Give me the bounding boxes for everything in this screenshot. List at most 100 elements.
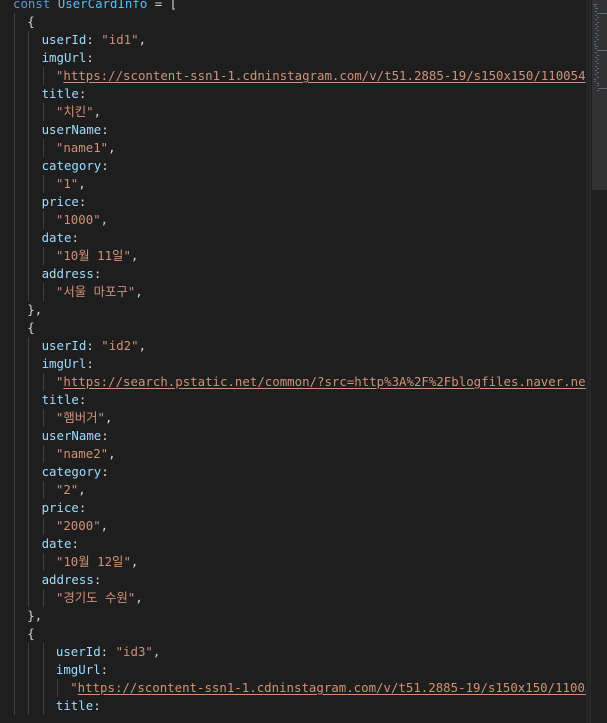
- code-line[interactable]: "1000",: [0, 211, 590, 229]
- code-line[interactable]: address:: [0, 265, 590, 283]
- token-str: "name2": [55, 446, 109, 461]
- code-line[interactable]: price:: [0, 193, 590, 211]
- code-line[interactable]: "햄버거",: [0, 409, 590, 427]
- code-line-content: title:: [56, 697, 101, 715]
- code-line[interactable]: "경기도 수원",: [0, 589, 590, 607]
- code-line[interactable]: {: [0, 13, 590, 31]
- indent-guide: [42, 211, 44, 229]
- indent-guide: [14, 373, 15, 391]
- code-line-content: },: [27, 607, 42, 625]
- code-line-content: address:: [42, 265, 102, 283]
- token-punc: ,: [135, 284, 143, 299]
- code-line[interactable]: userId: "id1",: [0, 31, 590, 49]
- indent-guide: [14, 679, 15, 697]
- code-line[interactable]: "https://scontent-ssn1-1.cdninstagram.co…: [0, 679, 590, 697]
- code-line[interactable]: {: [0, 625, 590, 643]
- code-line-content: imgUrl:: [42, 355, 94, 373]
- code-line[interactable]: "name2",: [0, 445, 590, 463]
- code-line-content: "name1",: [56, 139, 116, 157]
- code-line[interactable]: title:: [0, 697, 590, 715]
- code-line-content: "서울 마포구",: [56, 283, 143, 301]
- code-line-content: title:: [42, 85, 87, 103]
- token-punc: :: [93, 266, 102, 281]
- token-str: "id2": [101, 338, 139, 353]
- token-str: "2": [55, 482, 79, 497]
- minimap-line: [595, 15, 598, 16]
- indent-guide: [42, 373, 44, 391]
- token-punc: ,: [78, 482, 86, 497]
- token-punc: :: [86, 50, 94, 65]
- code-line[interactable]: const UserCardInfo = [: [0, 0, 590, 13]
- code-line[interactable]: },: [0, 301, 590, 319]
- code-line[interactable]: price:: [0, 499, 590, 517]
- minimap-line: [597, 87, 607, 89]
- token-punc: :: [78, 500, 87, 515]
- code-line[interactable]: userName:: [0, 121, 590, 139]
- code-line[interactable]: category:: [0, 157, 590, 175]
- code-line[interactable]: "name1",: [0, 139, 590, 157]
- minimap-line: [596, 67, 599, 69]
- token-punc: :: [101, 464, 109, 479]
- indent-guide: [28, 463, 30, 481]
- code-line[interactable]: imgUrl:: [0, 355, 590, 373]
- minimap-line: [596, 59, 599, 60]
- code-line[interactable]: "2",: [0, 481, 590, 499]
- code-line[interactable]: address:: [0, 571, 590, 589]
- token-url[interactable]: https://scontent-ssn1-1.cdninstagram.com…: [78, 680, 590, 695]
- token-punc: },: [27, 302, 43, 317]
- indent-guide: [14, 283, 15, 301]
- code-line-content: "1",: [56, 175, 86, 193]
- indent-guide: [42, 103, 44, 121]
- minimap-line: [595, 56, 598, 58]
- minimap-line: [595, 74, 598, 76]
- code-line[interactable]: },: [0, 607, 590, 625]
- token-url[interactable]: https://scontent-ssn1-1.cdninstagram.com…: [63, 68, 585, 83]
- code-editor[interactable]: const UserCardInfo = [{userId: "id1", img…: [0, 0, 590, 723]
- code-line-content: const UserCardInfo = [: [13, 0, 177, 13]
- indent-guide: [14, 319, 15, 337]
- indent-guide: [28, 229, 30, 247]
- code-line[interactable]: "https://scontent-ssn1-1.cdninstagram.co…: [0, 67, 590, 85]
- code-line[interactable]: userName:: [0, 427, 590, 445]
- token-prop: address: [41, 572, 94, 587]
- code-line[interactable]: "치킨",: [0, 103, 590, 121]
- code-line-content: "10월 12일",: [56, 553, 139, 571]
- indent-guide: [28, 49, 30, 67]
- code-line[interactable]: "10월 12일",: [0, 553, 590, 571]
- minimap-line: [596, 30, 599, 32]
- code-line[interactable]: userId: "id2",: [0, 337, 590, 355]
- code-line-content: price:: [42, 499, 87, 517]
- indent-guide: [28, 247, 30, 265]
- code-line[interactable]: date:: [0, 229, 590, 247]
- token-punc: :: [71, 536, 79, 551]
- token-punc: {: [27, 626, 35, 641]
- token-str: "id3": [115, 644, 153, 659]
- code-line[interactable]: imgUrl:: [0, 49, 590, 67]
- code-line[interactable]: "1",: [0, 175, 590, 193]
- code-line[interactable]: {: [0, 319, 590, 337]
- code-line[interactable]: imgUrl:: [0, 661, 590, 679]
- code-line[interactable]: "10월 11일",: [0, 247, 590, 265]
- minimap-slider[interactable]: [592, 0, 607, 190]
- code-line[interactable]: "2000",: [0, 517, 590, 535]
- token-punc: :: [93, 698, 101, 713]
- code-line[interactable]: title:: [0, 391, 590, 409]
- code-line-content: address:: [42, 571, 102, 589]
- code-line[interactable]: category:: [0, 463, 590, 481]
- minimap[interactable]: [590, 0, 607, 723]
- minimap-line: [594, 6, 597, 8]
- token-url[interactable]: https://search.pstatic.net/common/?src=h…: [63, 374, 590, 389]
- token-punc: :: [86, 32, 102, 47]
- code-line[interactable]: title:: [0, 85, 590, 103]
- token-punc: ,: [100, 212, 109, 227]
- code-line-content: {: [27, 13, 34, 31]
- code-line[interactable]: "https://search.pstatic.net/common/?src=…: [0, 373, 590, 391]
- indent-guide: [42, 481, 44, 499]
- code-line[interactable]: date:: [0, 535, 590, 553]
- code-line[interactable]: "서울 마포구",: [0, 283, 590, 301]
- minimap-line: [596, 39, 599, 41]
- code-line[interactable]: userId: "id3",: [0, 643, 590, 661]
- code-line-content: userId: "id1",: [42, 31, 146, 49]
- minimap-line: [596, 17, 599, 19]
- token-str: "id1": [101, 32, 139, 47]
